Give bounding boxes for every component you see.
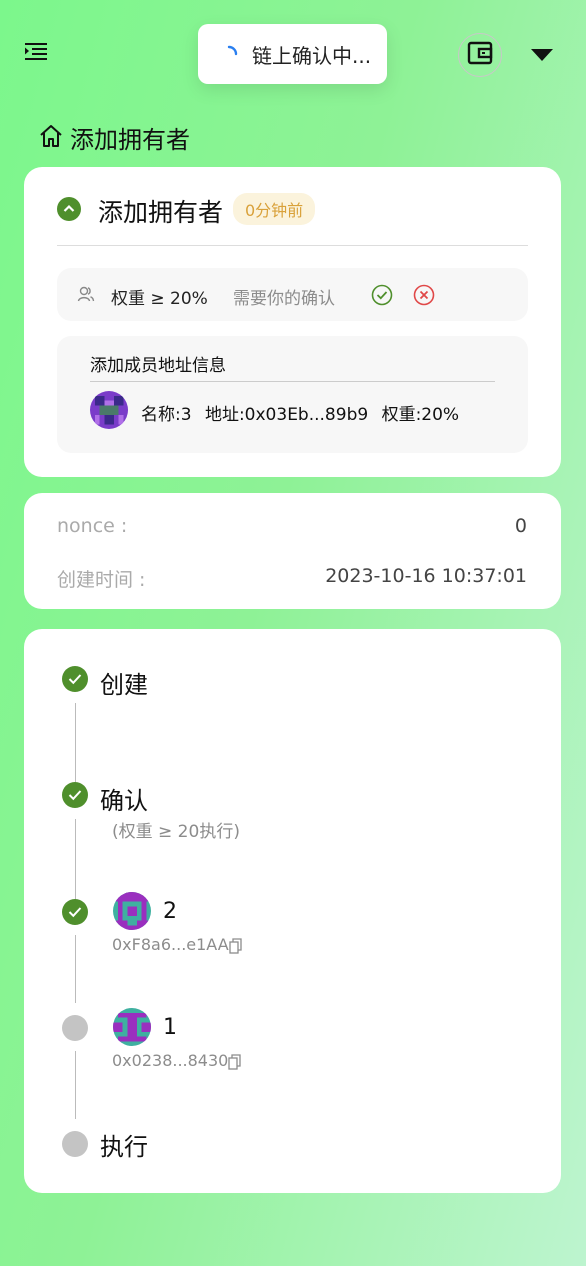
signer-avatar: [113, 1008, 151, 1046]
signer-avatar: [113, 892, 151, 930]
copy-icon[interactable]: [228, 937, 242, 954]
step-confirm-label: 确认: [100, 787, 148, 815]
member-address: 地址:0x03Eb...89b9: [204, 405, 369, 425]
threshold-label: 权重 ≥ 20%: [111, 289, 208, 309]
confirmation-row: 权重 ≥ 20% 需要你的确认: [57, 268, 528, 321]
users-icon: [77, 285, 95, 307]
signer-confirmed-check-icon: [62, 899, 88, 925]
step-execute-label: 执行: [100, 1133, 148, 1161]
copy-icon[interactable]: [228, 1053, 241, 1070]
reject-close-icon[interactable]: [413, 284, 435, 310]
toast-text: 链上确认中...: [252, 43, 372, 68]
wallet-button[interactable]: [458, 33, 502, 77]
need-confirm-text: 需要你的确认: [233, 289, 335, 309]
loading-spinner-icon: [220, 45, 238, 63]
created-label: 创建时间 :: [57, 569, 146, 591]
member-info-title: 添加成员地址信息: [90, 356, 226, 376]
proposal-card: 添加拥有者 0分钟前 权重 ≥ 20% 需要你的确认 添加成员地址信息 名称:3…: [24, 167, 561, 477]
confirming-toast: 链上确认中...: [198, 24, 387, 84]
member-details: 名称:3 地址:0x03Eb...89b9 权重:20%: [141, 400, 459, 425]
signer-address: 0x0238...8430: [112, 1051, 241, 1070]
signer-name: 2: [163, 899, 177, 924]
signer-address: 0xF8a6...e1AA: [112, 935, 242, 954]
step-done-check-icon: [62, 666, 88, 692]
home-icon: [38, 123, 64, 153]
divider: [57, 245, 528, 246]
timeline-connector: [75, 1051, 76, 1119]
signer-name: 1: [163, 1015, 177, 1040]
nonce-label: nonce :: [57, 515, 128, 537]
member-avatar: [90, 391, 128, 429]
approve-check-icon[interactable]: [371, 284, 393, 310]
time-badge: 0分钟前: [233, 193, 316, 225]
timeline-connector: [75, 703, 76, 791]
timeline-connector: [75, 935, 76, 1003]
breadcrumb-label: 添加拥有者: [70, 126, 190, 154]
step-done-check-icon: [62, 782, 88, 808]
created-value: 2023-10-16 10:37:01: [325, 565, 527, 587]
member-name: 名称:3: [141, 405, 192, 425]
menu-toggle-icon[interactable]: [24, 40, 48, 64]
signer-address-text: 0xF8a6...e1AA: [112, 935, 229, 954]
timeline-connector: [75, 819, 76, 907]
timeline-card: 创建 确认 (权重 ≥ 20执行) 2 0xF8a6...e1AA 1 0x02…: [24, 629, 561, 1193]
member-weight: 权重:20%: [381, 405, 460, 425]
wallet-icon: [466, 39, 494, 71]
collapse-chevron-up-icon[interactable]: [57, 197, 81, 221]
step-confirm-sublabel: (权重 ≥ 20执行): [112, 822, 240, 842]
divider: [90, 381, 495, 382]
nonce-value: 0: [514, 515, 527, 537]
step-pending-dot: [62, 1131, 88, 1157]
meta-card: nonce : 0 创建时间 : 2023-10-16 10:37:01: [24, 493, 561, 609]
proposal-title: 添加拥有者: [98, 198, 224, 227]
signer-address-text: 0x0238...8430: [112, 1051, 229, 1070]
member-info-box: 添加成员地址信息 名称:3 地址:0x03Eb...89b9 权重:20%: [57, 336, 528, 453]
signer-pending-dot: [62, 1015, 88, 1041]
step-create-label: 创建: [100, 671, 148, 699]
breadcrumb[interactable]: 添加拥有者: [38, 120, 190, 155]
account-dropdown-chevron-icon[interactable]: [530, 46, 554, 64]
